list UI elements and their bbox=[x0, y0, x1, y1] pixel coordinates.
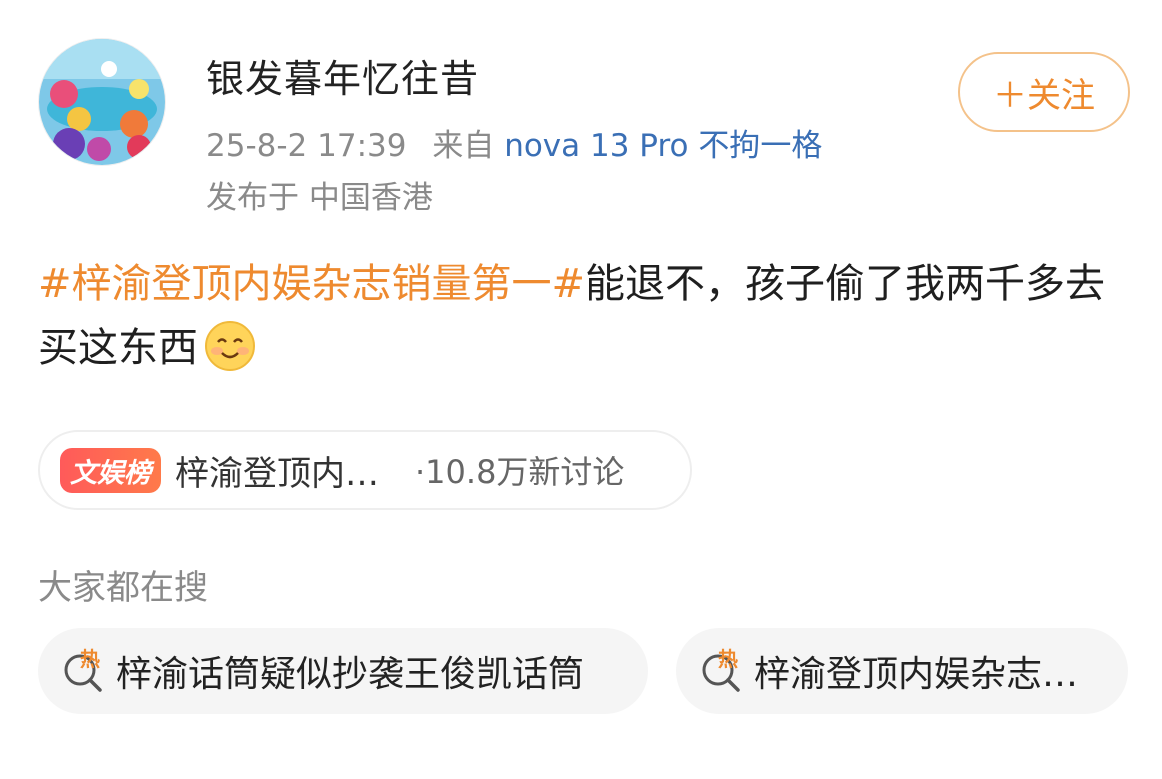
post-content: #梓渝登顶内娱杂志销量第一#能退不，孩子偷了我两千多去买这东西 bbox=[38, 252, 1128, 380]
smile-emoji-icon bbox=[205, 321, 255, 371]
ranking-count: ·10.8万新讨论 bbox=[415, 453, 625, 491]
hot-label: 热 bbox=[718, 647, 738, 671]
ranking-tag[interactable]: 文娱榜 梓渝登顶内… ·10.8万新讨论 bbox=[38, 430, 692, 510]
device-link[interactable]: nova 13 Pro 不拘一格 bbox=[504, 128, 822, 164]
search-suggestion-text: 梓渝话筒疑似抄袭王俊凯话筒 bbox=[116, 654, 585, 695]
search-suggestion-1[interactable]: 热 梓渝话筒疑似抄袭王俊凯话筒 bbox=[38, 628, 648, 714]
search-suggestion-text: 梓渝登顶内娱杂志… bbox=[754, 654, 1079, 695]
from-label: 来自 bbox=[432, 128, 495, 164]
search-suggestion-2[interactable]: 热 梓渝登顶内娱杂志… bbox=[676, 628, 1128, 714]
avatar[interactable] bbox=[38, 38, 166, 166]
ranking-title: 梓渝登顶内… bbox=[175, 453, 379, 494]
author-name[interactable]: 银发暮年忆往昔 bbox=[206, 48, 479, 103]
post-location: 发布于 中国香港 bbox=[206, 180, 433, 216]
post-meta: 25-8-2 17:39 来自 nova 13 Pro 不拘一格 bbox=[206, 120, 822, 165]
follow-label: ＋关注 bbox=[993, 75, 1095, 116]
post-time: 25-8-2 17:39 bbox=[206, 128, 407, 164]
hot-search-icon: 热 bbox=[64, 647, 102, 692]
avatar-image bbox=[39, 39, 165, 165]
follow-button[interactable]: ＋关注 bbox=[958, 52, 1130, 132]
hot-label: 热 bbox=[80, 647, 100, 671]
topic-link[interactable]: #梓渝登顶内娱杂志销量第一# bbox=[38, 261, 585, 307]
ranking-badge: 文娱榜 bbox=[60, 447, 161, 493]
search-heading: 大家都在搜 bbox=[38, 568, 208, 608]
hot-search-icon: 热 bbox=[702, 647, 740, 692]
